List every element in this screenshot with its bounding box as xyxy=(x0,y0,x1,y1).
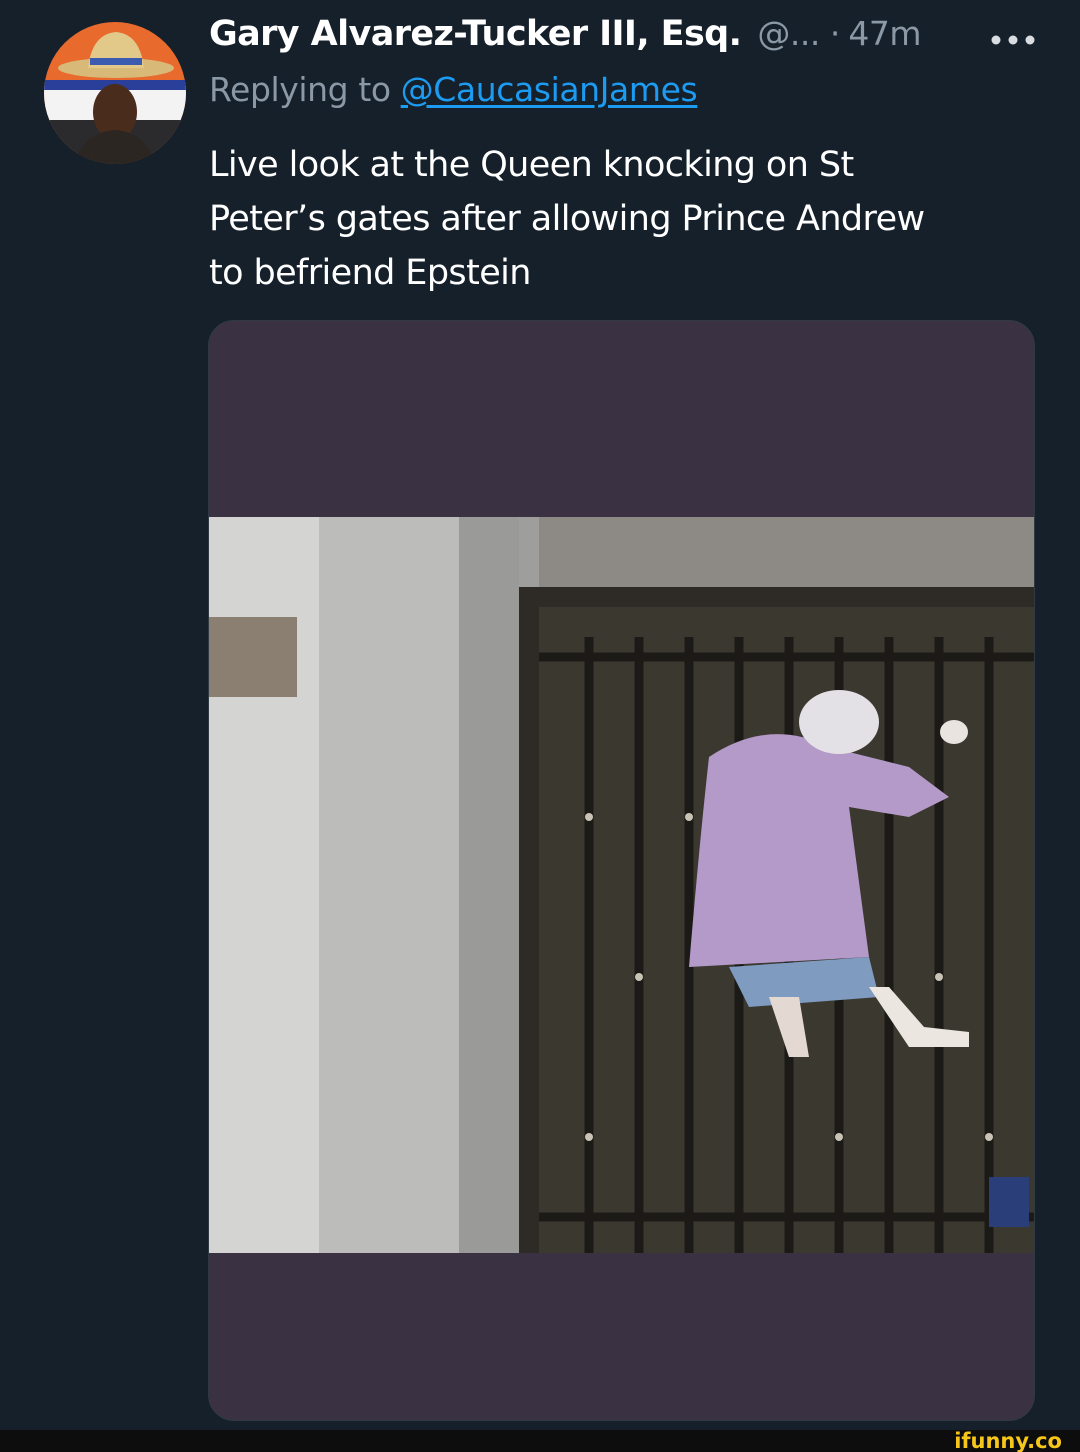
tweet-text-line: Peter’s gates after allowing Prince Andr… xyxy=(209,199,925,239)
avatar[interactable] xyxy=(44,22,186,164)
replying-to: Replying to @CaucasianJames xyxy=(209,70,698,122)
media-photo[interactable] xyxy=(209,517,1034,1253)
tweet-text-line: Live look at the Queen knocking on St xyxy=(209,145,854,185)
display-name[interactable]: Gary Alvarez-Tucker III, Esq. xyxy=(209,14,742,54)
tweet-header: Gary Alvarez-Tucker III, Esq. @... · 47m xyxy=(209,14,921,68)
ifunny-watermark: ifunny.co xyxy=(944,1430,1072,1452)
reply-mention-link[interactable]: @CaucasianJames xyxy=(401,70,698,109)
more-horizontal-icon xyxy=(991,35,1035,45)
more-options-button[interactable] xyxy=(984,26,1044,54)
user-handle[interactable]: @... xyxy=(757,14,820,53)
tweet-text-line: to befriend Epstein xyxy=(209,253,531,293)
reply-prefix: Replying to xyxy=(209,70,391,109)
tweet-text: Live look at the Queen knocking on St Pe… xyxy=(209,138,1029,300)
timestamp[interactable]: 47m xyxy=(848,14,921,53)
photo-scene xyxy=(209,517,1034,1253)
media-card[interactable] xyxy=(208,320,1035,1421)
separator-dot: · xyxy=(829,14,841,53)
bottom-strip xyxy=(0,1430,1080,1452)
avatar-image xyxy=(44,22,186,164)
